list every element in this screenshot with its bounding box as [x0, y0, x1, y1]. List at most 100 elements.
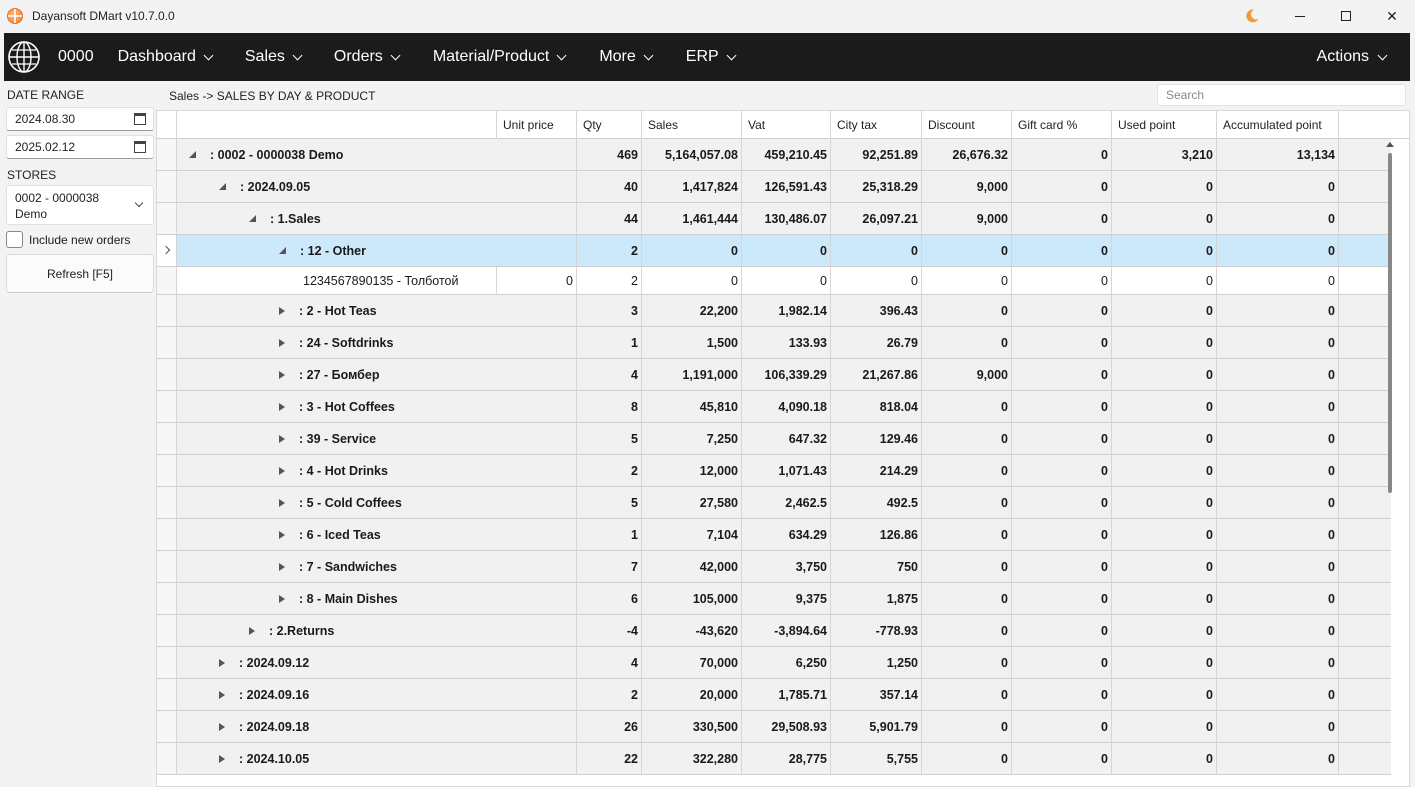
expand-triangle-icon[interactable] — [249, 626, 255, 635]
calendar-icon[interactable] — [134, 113, 146, 125]
row-header[interactable] — [157, 171, 177, 202]
expand-triangle-icon[interactable] — [219, 658, 225, 667]
date-to-picker[interactable]: 2025.02.12 — [6, 135, 154, 159]
expand-triangle-icon[interactable] — [279, 498, 285, 507]
collapse-triangle-icon[interactable] — [189, 151, 196, 158]
expand-triangle-icon[interactable] — [279, 562, 285, 571]
table-row-group[interactable]: : 2024.09.16 2 20,000 1,785.71 357.14 0 0 0 0 — [157, 679, 1391, 711]
collapse-triangle-icon[interactable] — [219, 183, 226, 190]
table-row-group[interactable]: : 2 - Hot Teas 3 22,200 1,982.14 396.43 0 0 0 0 — [157, 295, 1391, 327]
table-row-group[interactable]: : 2024.09.05 40 1,417,824 126,591.43 25,318.… — [157, 171, 1391, 203]
table-row-group[interactable]: : 4 - Hot Drinks 2 12,000 1,071.43 214.29 0 0 0… — [157, 455, 1391, 487]
row-header[interactable] — [157, 487, 177, 518]
nav-orders[interactable]: Orders — [334, 48, 401, 66]
col-header-city-tax[interactable]: City tax — [831, 111, 922, 139]
col-header-accumulated-point[interactable]: Accumulated point — [1217, 111, 1339, 139]
col-header-qty[interactable]: Qty — [577, 111, 642, 139]
expand-triangle-icon[interactable] — [279, 338, 285, 347]
expand-triangle-icon[interactable] — [279, 434, 285, 443]
row-header[interactable] — [157, 391, 177, 422]
col-header-used-point[interactable]: Used point — [1112, 111, 1217, 139]
table-row-group[interactable]: : 2024.09.12 4 70,000 6,250 1,250 0 0 0 0 — [157, 647, 1391, 679]
refresh-button[interactable]: Refresh [F5] — [6, 254, 154, 293]
expand-triangle-icon[interactable] — [219, 722, 225, 731]
expand-triangle-icon[interactable] — [219, 754, 225, 763]
table-row-group[interactable]: : 39 - Service 5 7,250 647.32 129.46 0 0 0 0 — [157, 423, 1391, 455]
table-row-group[interactable]: : 5 - Cold Coffees 5 27,580 2,462.5 492.5 0 0 0… — [157, 487, 1391, 519]
cell-unit — [497, 487, 577, 518]
store-select[interactable]: 0002 - 0000038 Demo — [6, 185, 154, 225]
row-header[interactable] — [157, 519, 177, 550]
expand-triangle-icon[interactable] — [219, 690, 225, 699]
nav-store-code[interactable]: 0000 — [58, 48, 94, 66]
cell-vat: 2,462.5 — [742, 487, 831, 518]
row-header[interactable] — [157, 423, 177, 454]
expand-triangle-icon[interactable] — [279, 594, 285, 603]
nav-material-product[interactable]: Material/Product — [433, 48, 567, 66]
row-header[interactable] — [157, 139, 177, 170]
include-new-orders-row[interactable]: Include new orders — [6, 231, 130, 248]
cell-gift: 0 — [1012, 139, 1112, 170]
table-row-group[interactable]: : 6 - Iced Teas 1 7,104 634.29 126.86 0 0 0 0 — [157, 519, 1391, 551]
row-header[interactable] — [157, 235, 177, 266]
col-header-gift-card[interactable]: Gift card % — [1012, 111, 1112, 139]
expand-triangle-icon[interactable] — [279, 530, 285, 539]
col-header-vat[interactable]: Vat — [742, 111, 831, 139]
col-header-discount[interactable]: Discount — [922, 111, 1012, 139]
row-header[interactable] — [157, 203, 177, 234]
row-header[interactable] — [157, 615, 177, 646]
cell-unit — [497, 647, 577, 678]
row-header[interactable] — [157, 551, 177, 582]
col-header-sales[interactable]: Sales — [642, 111, 742, 139]
nav-dashboard[interactable]: Dashboard — [118, 48, 214, 66]
table-row-group[interactable]: : 24 - Softdrinks 1 1,500 133.93 26.79 0 0 0 0 — [157, 327, 1391, 359]
vertical-scrollbar[interactable] — [1385, 139, 1395, 786]
collapse-triangle-icon[interactable] — [279, 247, 286, 254]
minimize-button[interactable] — [1277, 0, 1323, 32]
table-row-group[interactable]: : 8 - Main Dishes 6 105,000 9,375 1,875 0 0 0 0 — [157, 583, 1391, 615]
table-row-group[interactable]: : 12 - Other 2 0 0 0 0 0 0 0 — [157, 235, 1391, 267]
globe-logo-icon[interactable] — [7, 40, 41, 74]
row-header[interactable] — [157, 647, 177, 678]
table-row-group[interactable]: : 0002 - 0000038 Demo 469 5,164,057.08 459,… — [157, 139, 1391, 171]
calendar-icon[interactable] — [134, 141, 146, 153]
table-row-group[interactable]: : 2024.09.18 26 330,500 29,508.93 5,901.79 0 0… — [157, 711, 1391, 743]
row-header[interactable] — [157, 359, 177, 390]
theme-moon-icon[interactable] — [1244, 8, 1260, 24]
date-from-picker[interactable]: 2024.08.30 — [6, 107, 154, 131]
expand-triangle-icon[interactable] — [279, 466, 285, 475]
col-header-unit-price[interactable]: Unit price — [497, 111, 577, 139]
search-input[interactable]: Search — [1157, 84, 1406, 106]
row-header[interactable] — [157, 327, 177, 358]
cell-qty: 5 — [577, 487, 642, 518]
table-row-group[interactable]: : 3 - Hot Coffees 8 45,810 4,090.18 818.04 0 0… — [157, 391, 1391, 423]
nav-sales[interactable]: Sales — [245, 48, 303, 66]
collapse-triangle-icon[interactable] — [249, 215, 256, 222]
nav-more[interactable]: More — [599, 48, 654, 66]
table-row-group[interactable]: : 27 - Бомбер 4 1,191,000 106,339.29 21,267.… — [157, 359, 1391, 391]
expand-triangle-icon[interactable] — [279, 402, 285, 411]
scroll-up-icon[interactable] — [1386, 142, 1394, 147]
table-row-group[interactable]: : 1.Sales 44 1,461,444 130,486.07 26,097.21 9… — [157, 203, 1391, 235]
group-label: : 39 - Service — [279, 423, 376, 454]
table-row-group[interactable]: : 2.Returns -4 -43,620 -3,894.64 -778.93 0 0 0 0 — [157, 615, 1391, 647]
include-new-orders-checkbox[interactable] — [6, 231, 23, 248]
expand-triangle-icon[interactable] — [279, 370, 285, 379]
nav-erp[interactable]: ERP — [686, 48, 737, 66]
close-button[interactable]: ✕ — [1369, 0, 1415, 32]
scroll-thumb[interactable] — [1388, 153, 1392, 493]
row-header[interactable] — [157, 295, 177, 326]
table-row-group[interactable]: : 7 - Sandwiches 7 42,000 3,750 750 0 0 0 0 — [157, 551, 1391, 583]
row-header[interactable] — [157, 455, 177, 486]
actions-menu[interactable]: Actions — [1317, 33, 1388, 81]
row-header[interactable] — [157, 679, 177, 710]
cell-sales: 0 — [642, 267, 742, 294]
table-row-item[interactable]: 1234567890135 - Толботой 0 2 0 0 0 0 0 0 0 — [157, 267, 1391, 295]
row-header[interactable] — [157, 711, 177, 742]
table-row-group[interactable]: : 2024.10.05 22 322,280 28,775 5,755 0 0 0 0 — [157, 743, 1391, 775]
row-header[interactable] — [157, 743, 177, 774]
expand-triangle-icon[interactable] — [279, 306, 285, 315]
row-header[interactable] — [157, 583, 177, 614]
row-header[interactable] — [157, 267, 177, 294]
maximize-button[interactable] — [1323, 0, 1369, 32]
